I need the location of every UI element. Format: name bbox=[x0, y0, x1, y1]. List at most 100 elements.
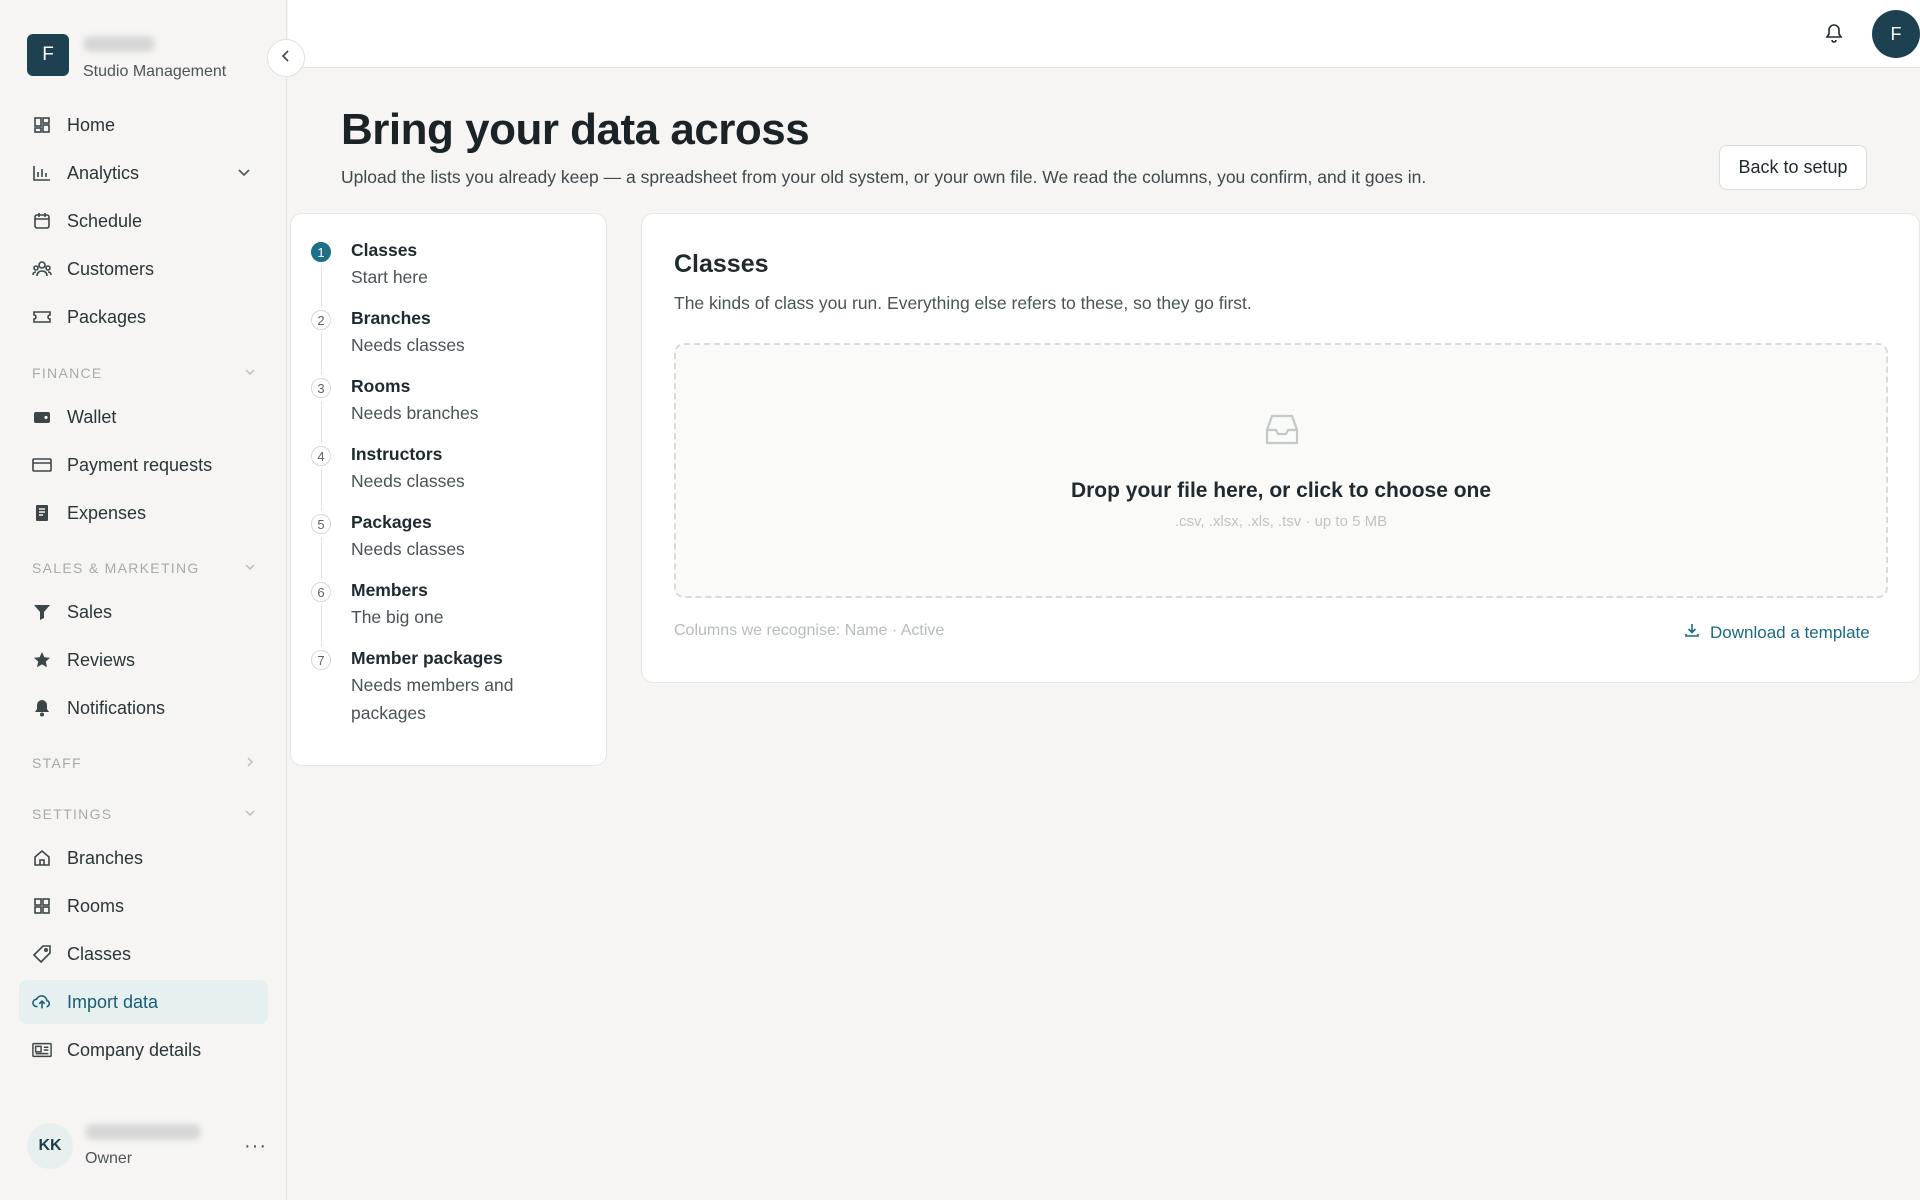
download-template-link[interactable]: Download a template bbox=[1684, 622, 1870, 643]
credit-card-icon bbox=[32, 455, 52, 475]
step-subtitle: Needs branches bbox=[351, 403, 479, 423]
back-to-setup-button[interactable]: Back to setup bbox=[1719, 145, 1867, 190]
download-template-label: Download a template bbox=[1710, 622, 1870, 642]
nav-customers[interactable]: Customers bbox=[19, 247, 268, 291]
nav-label: Sales bbox=[67, 601, 113, 622]
cloud-upload-icon bbox=[32, 992, 52, 1012]
step-subtitle: Needs classes bbox=[351, 471, 465, 491]
step-title: Member packages bbox=[351, 648, 503, 668]
inbox-icon bbox=[1264, 413, 1300, 452]
nav-label: Payment requests bbox=[67, 454, 213, 475]
nav-rooms[interactable]: Rooms bbox=[19, 884, 268, 928]
step-number: 6 bbox=[311, 582, 331, 602]
step-subtitle: Needs classes bbox=[351, 335, 465, 355]
step-number: 4 bbox=[311, 446, 331, 466]
step-connector bbox=[321, 333, 322, 375]
wallet-icon bbox=[32, 407, 52, 427]
home-icon bbox=[32, 848, 52, 868]
dropzone-title: Drop your file here, or click to choose … bbox=[1070, 479, 1492, 502]
step-classes[interactable]: 1 Classes Start here bbox=[311, 240, 591, 307]
step-number: 3 bbox=[311, 378, 331, 398]
ticket-icon bbox=[32, 307, 52, 327]
step-title: Members bbox=[351, 580, 428, 600]
download-icon bbox=[1684, 622, 1700, 643]
nav-label: Home bbox=[67, 114, 116, 135]
nav-label: Notifications bbox=[67, 697, 166, 718]
topbar bbox=[288, 0, 1920, 68]
nav-analytics[interactable]: Analytics bbox=[19, 151, 268, 195]
nav-expenses[interactable]: Expenses bbox=[19, 491, 268, 535]
step-connector bbox=[321, 537, 322, 579]
nav-packages[interactable]: Packages bbox=[19, 295, 268, 339]
brand[interactable]: F Studio Management bbox=[27, 34, 226, 81]
users-icon bbox=[32, 259, 52, 279]
user-role: Owner bbox=[85, 1150, 133, 1167]
nav-label: Company details bbox=[67, 1039, 202, 1060]
bar-chart-icon bbox=[32, 163, 52, 183]
nav-schedule[interactable]: Schedule bbox=[19, 199, 268, 243]
grid-icon bbox=[32, 115, 52, 135]
sidebar: F Studio Management Home Analytics Sched… bbox=[0, 0, 287, 1200]
nav-reviews[interactable]: Reviews bbox=[19, 638, 268, 682]
nav-payment-requests[interactable]: Payment requests bbox=[19, 443, 268, 487]
chevron-down-icon bbox=[244, 561, 256, 576]
step-title: Rooms bbox=[351, 376, 411, 396]
step-connector bbox=[321, 605, 322, 647]
id-card-icon bbox=[32, 1040, 52, 1060]
step-branches[interactable]: 2 Branches Needs classes bbox=[311, 308, 591, 375]
nav-home[interactable]: Home bbox=[19, 103, 268, 147]
step-connector bbox=[321, 401, 322, 443]
chevron-down-icon bbox=[244, 366, 256, 381]
more-icon[interactable]: ··· bbox=[244, 1135, 267, 1158]
step-connector bbox=[321, 265, 322, 307]
step-instructors[interactable]: 4 Instructors Needs classes bbox=[311, 444, 591, 511]
file-dropzone[interactable]: Drop your file here, or click to choose … bbox=[674, 343, 1888, 598]
step-packages[interactable]: 5 Packages Needs classes bbox=[311, 512, 591, 579]
account-avatar[interactable]: F bbox=[1872, 10, 1920, 58]
step-member-packages[interactable]: 7 Member packages Needs members and pack… bbox=[311, 648, 591, 738]
brand-name-redacted bbox=[83, 36, 155, 52]
chevron-down-icon bbox=[236, 164, 252, 185]
step-members[interactable]: 6 Members The big one bbox=[311, 580, 591, 647]
nav-label: Branches bbox=[67, 847, 144, 868]
page-title: Bring your data across bbox=[341, 105, 810, 154]
nav-import-data[interactable]: Import data bbox=[19, 980, 268, 1024]
nav-wallet[interactable]: Wallet bbox=[19, 395, 268, 439]
filter-icon bbox=[32, 602, 52, 622]
step-number: 1 bbox=[311, 242, 331, 262]
user-name-redacted bbox=[85, 1124, 201, 1140]
step-number: 7 bbox=[311, 650, 331, 670]
nav-label: Rooms bbox=[67, 895, 125, 916]
nav-branches[interactable]: Branches bbox=[19, 836, 268, 880]
chevron-right-icon bbox=[244, 756, 256, 771]
step-title: Classes bbox=[351, 240, 418, 260]
import-steps: 1 Classes Start here 2 Branches Needs cl… bbox=[290, 213, 607, 766]
page-subtitle: Upload the lists you already keep — a sp… bbox=[341, 167, 1427, 187]
import-card: Classes The kinds of class you run. Ever… bbox=[641, 213, 1920, 683]
section-staff[interactable]: STAFF bbox=[32, 755, 256, 771]
collapse-sidebar-button[interactable] bbox=[267, 39, 305, 77]
nav-sales[interactable]: Sales bbox=[19, 590, 268, 634]
grid-icon bbox=[32, 896, 52, 916]
dropzone-hint: .csv, .xlsx, .xls, .tsv · up to 5 MB bbox=[1174, 513, 1388, 530]
section-sales-marketing[interactable]: SALES & MARKETING bbox=[32, 560, 256, 576]
nav-company-details[interactable]: Company details bbox=[19, 1028, 268, 1072]
step-title: Branches bbox=[351, 308, 431, 328]
nav-label: Classes bbox=[67, 943, 132, 964]
brand-subtitle: Studio Management bbox=[83, 63, 227, 80]
step-rooms[interactable]: 3 Rooms Needs branches bbox=[311, 376, 591, 443]
nav-label: Expenses bbox=[67, 502, 147, 523]
step-title: Instructors bbox=[351, 444, 443, 464]
nav-classes[interactable]: Classes bbox=[19, 932, 268, 976]
step-title: Packages bbox=[351, 512, 432, 532]
recognised-columns: Columns we recognise: Name · Active bbox=[674, 622, 945, 639]
user-profile[interactable]: KK Owner ··· bbox=[27, 1123, 267, 1169]
step-number: 5 bbox=[311, 514, 331, 534]
notifications-bell-icon[interactable] bbox=[1825, 23, 1843, 48]
receipt-icon bbox=[32, 503, 52, 523]
nav-label: Import data bbox=[67, 991, 159, 1012]
nav-notifications[interactable]: Notifications bbox=[19, 686, 268, 730]
section-finance[interactable]: FINANCE bbox=[32, 365, 256, 381]
section-settings[interactable]: SETTINGS bbox=[32, 806, 256, 822]
step-number: 2 bbox=[311, 310, 331, 330]
